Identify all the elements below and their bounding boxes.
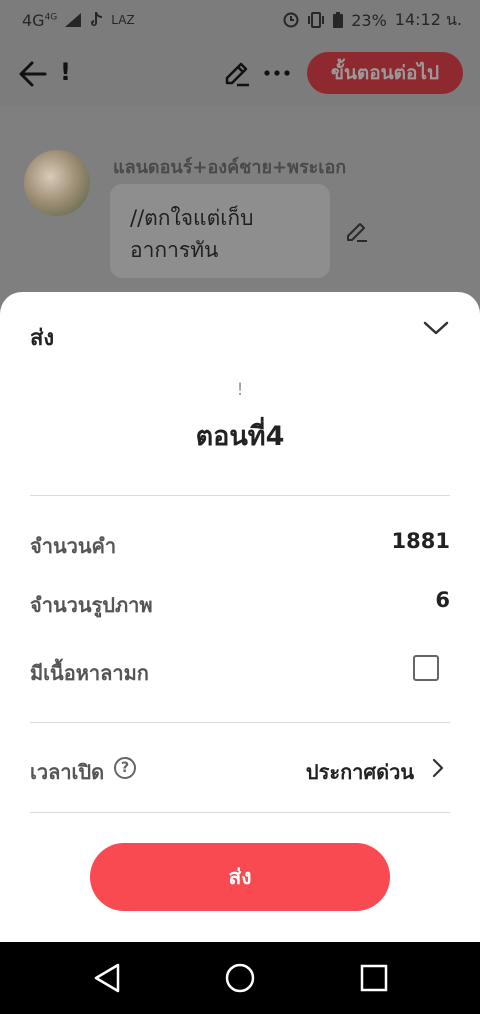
divider xyxy=(30,812,450,813)
clock: 14:12 น. xyxy=(394,9,462,29)
word-count-value: 1881 xyxy=(391,529,450,553)
image-count-value: 6 xyxy=(435,588,450,612)
submit-bottom-sheet: ส่ง ! ตอนที่4 จำนวนคำ 1881 จำนวนรูปภาพ 6… xyxy=(0,292,480,942)
message-bubble[interactable]: //ตกใจแต่เก็บอาการทัน xyxy=(110,184,330,278)
next-step-button[interactable]: ขั้นตอนต่อไป xyxy=(307,52,463,94)
nav-home-icon[interactable] xyxy=(224,962,256,994)
status-bar: 4G4G LAZ 23% 14:12 น. xyxy=(0,0,480,40)
draft-label: ! xyxy=(236,380,244,400)
submit-button[interactable]: ส่ง xyxy=(90,843,390,911)
divider xyxy=(30,495,450,496)
avatar xyxy=(24,150,90,216)
status-left: 4G4G LAZ xyxy=(22,11,135,30)
signal-icon xyxy=(65,13,82,27)
battery-icon xyxy=(333,12,344,28)
laz-label: LAZ xyxy=(111,13,135,27)
divider xyxy=(30,722,450,723)
edit-message-pencil-icon[interactable] xyxy=(344,218,370,244)
nav-recent-icon[interactable] xyxy=(360,964,388,992)
mature-content-checkbox[interactable] xyxy=(413,655,439,681)
back-arrow-icon[interactable] xyxy=(18,59,48,89)
android-nav-bar xyxy=(0,942,480,1014)
top-bar: ! ขั้นตอนต่อไป xyxy=(0,44,480,106)
chevron-down-icon[interactable] xyxy=(422,318,450,338)
data-saver-icon xyxy=(283,12,299,28)
publish-time-label: เวลาเปิด xyxy=(30,760,105,784)
character-name: แลนดอนร์+องค์ชาย+พระเอก xyxy=(113,157,347,178)
more-icon[interactable] xyxy=(264,66,290,80)
image-count-label: จำนวนรูปภาพ xyxy=(30,593,153,617)
battery-level: 23% xyxy=(351,10,387,30)
question-icon[interactable]: ? xyxy=(114,757,136,779)
draft-title: ! xyxy=(60,58,71,86)
network-indicator: 4G4G xyxy=(22,10,58,30)
status-right: 23% 14:12 น. xyxy=(283,8,462,33)
vibrate-icon xyxy=(308,12,325,28)
tiktok-icon xyxy=(91,12,103,26)
publish-time-value[interactable]: ประกาศด่วน xyxy=(306,756,414,788)
chevron-right-icon[interactable] xyxy=(430,756,446,780)
sheet-title: ส่ง xyxy=(30,326,55,351)
word-count-label: จำนวนคำ xyxy=(30,534,117,558)
episode-title: ตอนที่4 xyxy=(195,421,285,452)
nav-back-icon[interactable] xyxy=(92,962,122,994)
pencil-icon[interactable] xyxy=(222,58,252,88)
mature-content-label: มีเนื้อหาลามก xyxy=(30,661,149,685)
